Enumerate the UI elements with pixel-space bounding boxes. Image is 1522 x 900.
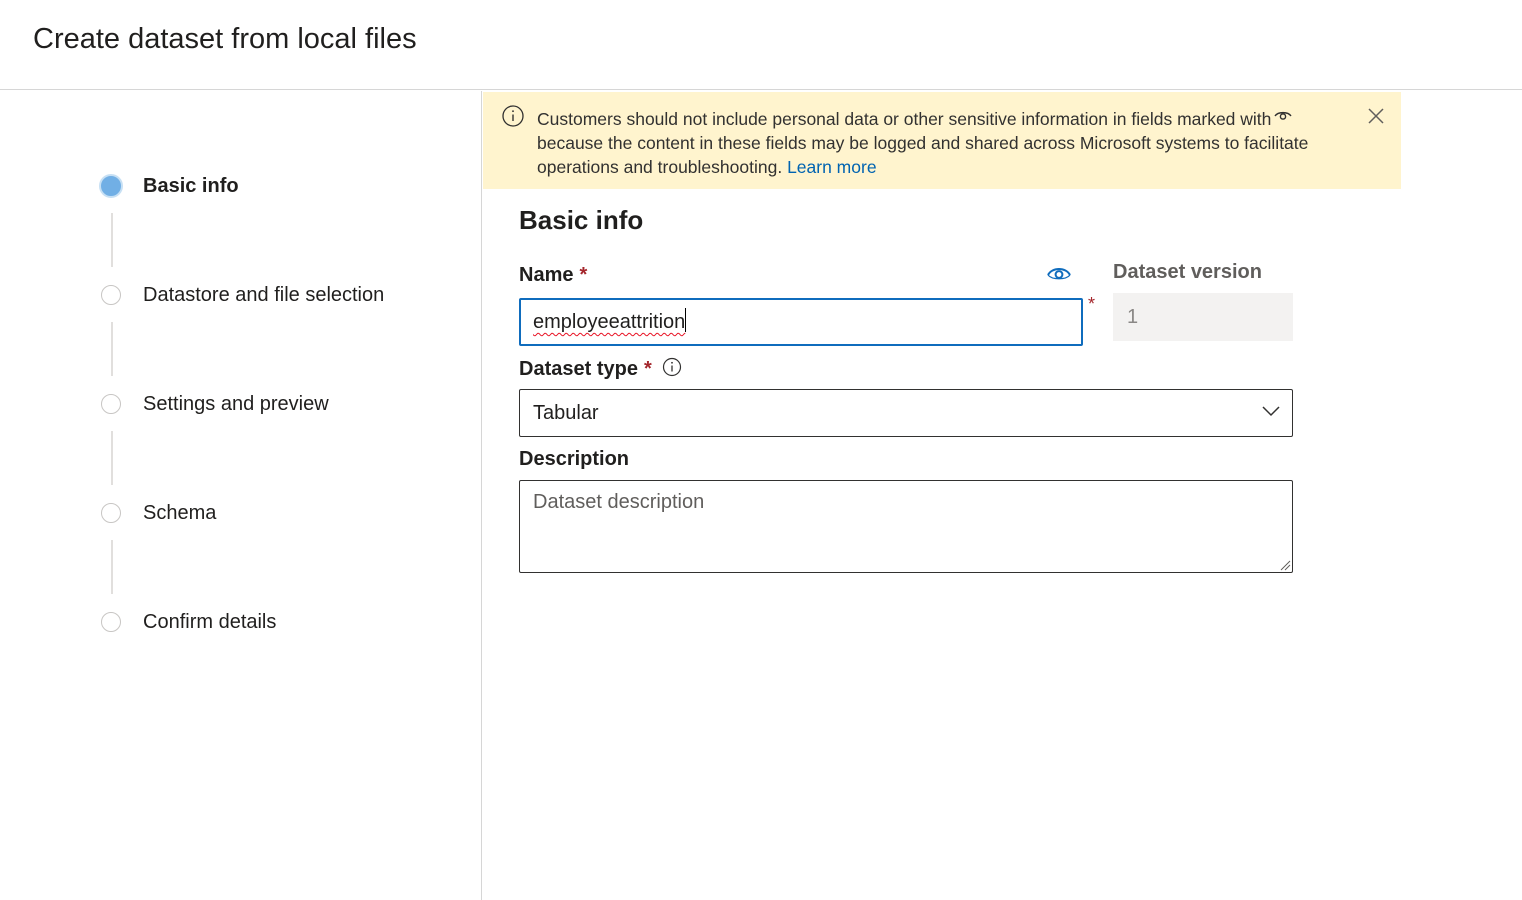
chevron-down-icon (1262, 406, 1280, 417)
banner-text-part1: Customers should not include personal da… (537, 109, 1272, 129)
eye-icon (1274, 111, 1292, 120)
step-datastore[interactable]: Datastore and file selection (101, 282, 384, 308)
required-mark: * (1088, 294, 1096, 314)
close-icon[interactable] (1367, 107, 1385, 125)
step-confirm[interactable]: Confirm details (101, 609, 276, 635)
step-settings[interactable]: Settings and preview (101, 391, 329, 417)
panel-divider (481, 91, 482, 900)
step-indicator (101, 285, 121, 305)
step-label: Settings and preview (143, 393, 329, 415)
dataset-type-value: Tabular (533, 402, 599, 424)
step-label: Schema (143, 502, 217, 524)
name-input[interactable]: employeeattrition (519, 298, 1083, 346)
eye-icon (1047, 268, 1071, 280)
name-label-text: Name (519, 264, 574, 286)
description-label: Description (519, 448, 630, 470)
banner-text-part2: because the content in these fields may … (537, 133, 1309, 177)
section-title: Basic info (519, 205, 644, 235)
required-mark: * (643, 358, 652, 380)
required-mark: * (579, 264, 588, 286)
privacy-banner: Customers should not include personal da… (483, 92, 1401, 189)
dataset-type-label-text: Dataset type (519, 358, 638, 380)
step-label: Basic info (143, 175, 239, 197)
description-textarea[interactable]: Dataset description (519, 480, 1293, 573)
name-input-value: employeeattrition (533, 311, 686, 333)
dataset-type-label: Dataset type * (519, 357, 682, 381)
step-label: Datastore and file selection (143, 284, 385, 306)
description-placeholder: Dataset description (533, 491, 705, 513)
info-icon[interactable] (662, 357, 682, 377)
step-indicator (101, 612, 121, 632)
banner-message: Customers should not include personal da… (537, 107, 1347, 179)
step-indicator (101, 503, 121, 523)
step-connector (111, 540, 113, 594)
text-caret (685, 308, 687, 332)
version-input: 1 (1113, 293, 1293, 341)
step-indicator-active (99, 174, 123, 198)
page-header: Create dataset from local files (0, 0, 1522, 90)
step-basic-info[interactable]: Basic info (99, 173, 239, 199)
step-indicator (101, 394, 121, 414)
step-connector (111, 431, 113, 485)
version-label: Dataset version (1113, 261, 1262, 283)
dataset-type-dropdown[interactable]: Tabular (519, 389, 1293, 437)
name-label: Name * (519, 264, 587, 287)
info-icon (502, 105, 524, 127)
step-connector (111, 322, 113, 376)
page-title: Create dataset from local files (33, 23, 417, 55)
learn-more-link[interactable]: Learn more (787, 157, 877, 177)
resize-handle-icon[interactable] (1279, 559, 1291, 571)
step-schema[interactable]: Schema (101, 500, 216, 526)
step-connector (111, 213, 113, 267)
step-label: Confirm details (143, 611, 277, 633)
